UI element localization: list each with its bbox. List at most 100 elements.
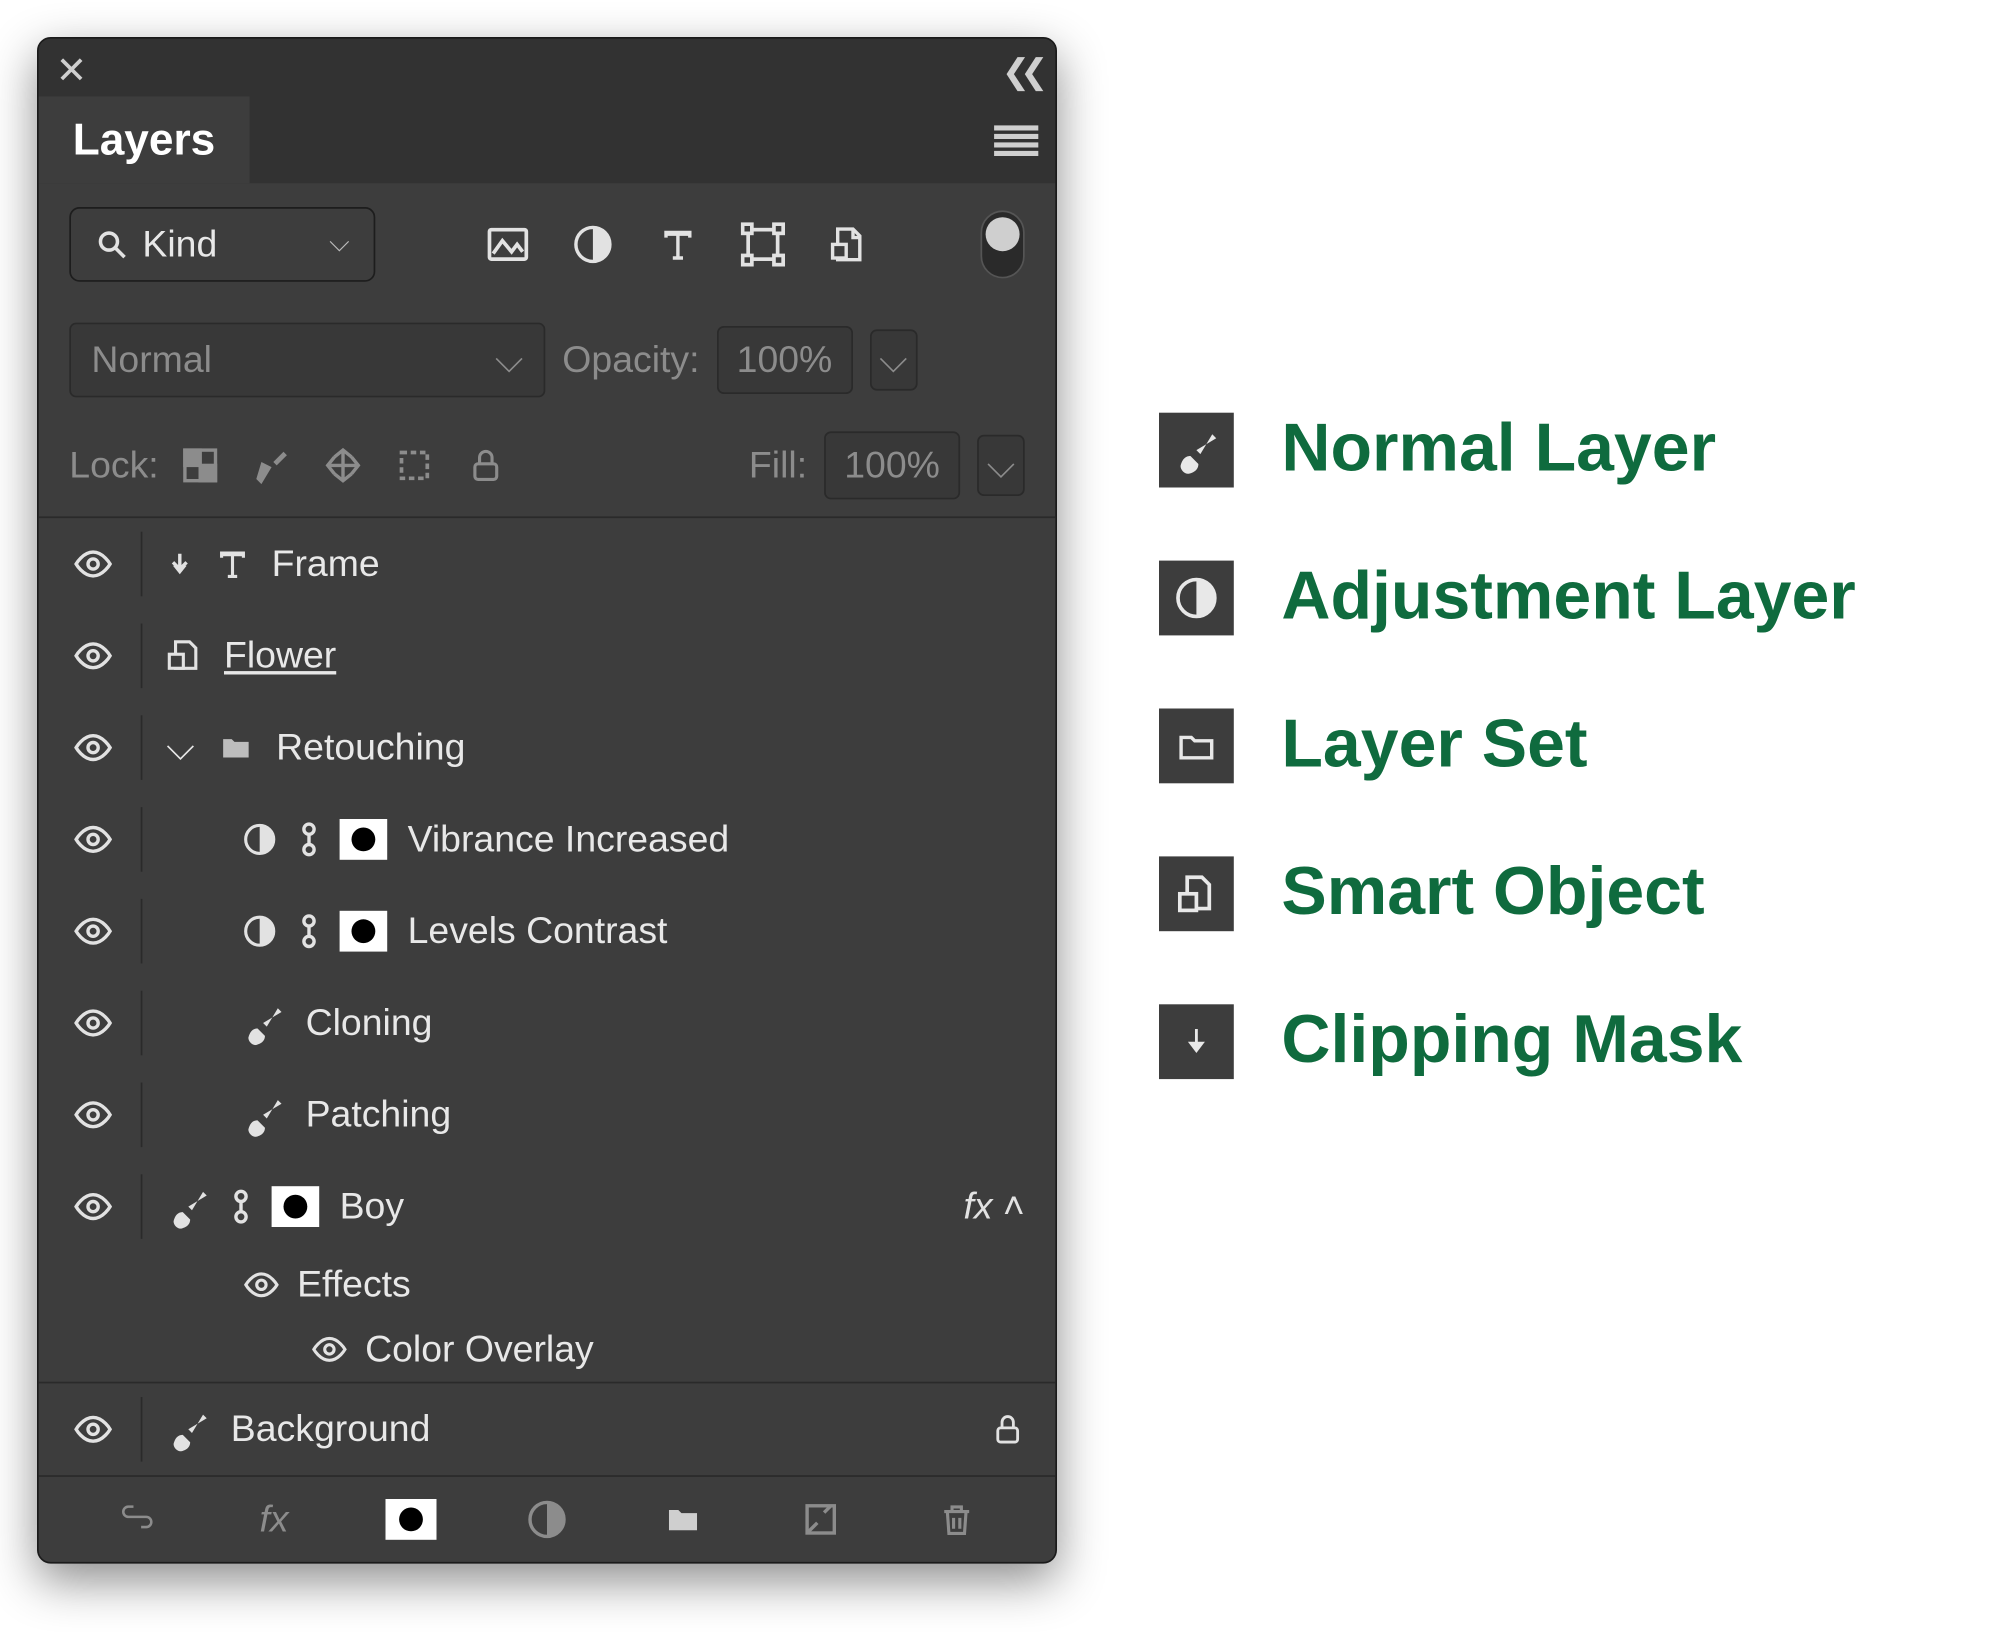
layer-effect-coloroverlay[interactable]: Color Overlay — [39, 1317, 1056, 1382]
layer-row-vibrance[interactable]: Vibrance Increased — [39, 794, 1056, 886]
filter-adjustment-icon[interactable] — [569, 221, 617, 269]
layer-name: Retouching — [276, 726, 465, 770]
legend-adjustment-layer: Adjustment Layer — [1159, 559, 1856, 636]
clipping-mask-icon — [166, 550, 193, 577]
opacity-value[interactable]: 100% — [716, 326, 852, 394]
legend-smart-object: Smart Object — [1159, 855, 1856, 932]
panel-menu-icon[interactable] — [994, 125, 1038, 156]
lock-label: Lock: — [69, 443, 158, 487]
legend-label: Normal Layer — [1281, 411, 1716, 488]
lock-row: Lock: — [39, 414, 1056, 516]
legend-label: Clipping Mask — [1281, 1003, 1742, 1079]
add-mask-icon[interactable] — [383, 1499, 437, 1540]
filter-kind-label: Kind — [142, 222, 217, 266]
delete-icon[interactable] — [929, 1499, 983, 1540]
layer-row-frame[interactable]: Frame — [39, 518, 1056, 610]
visibility-toggle[interactable] — [69, 1186, 117, 1227]
filter-type-icon[interactable] — [654, 221, 702, 269]
legend-label: Layer Set — [1281, 707, 1587, 784]
tab-row: Layers — [39, 97, 1056, 184]
layer-row-flower[interactable]: Flower — [39, 610, 1056, 702]
link-icon — [299, 911, 319, 952]
fx-indicator[interactable]: fx ˄ — [964, 1185, 1025, 1229]
visibility-toggle[interactable] — [69, 635, 117, 676]
blend-row: Normal ⌵ Opacity: 100% ⌵ — [39, 306, 1056, 415]
tab-label: Layers — [73, 114, 216, 165]
mask-thumbnail[interactable] — [272, 1186, 320, 1227]
filter-toggle[interactable] — [981, 210, 1025, 278]
fill-label: Fill: — [749, 443, 807, 487]
filter-shape-icon[interactable] — [739, 221, 787, 269]
legend-label: Smart Object — [1281, 855, 1704, 932]
filter-pixel-icon[interactable] — [484, 221, 532, 269]
new-group-icon[interactable] — [656, 1501, 710, 1538]
visibility-toggle[interactable] — [69, 1003, 117, 1044]
layer-name: Cloning — [306, 1001, 433, 1045]
tab-layers[interactable]: Layers — [39, 97, 250, 184]
visibility-toggle[interactable] — [69, 1094, 117, 1135]
legend-normal-layer: Normal Layer — [1159, 411, 1856, 488]
fill-dropdown-icon[interactable]: ⌵ — [977, 435, 1025, 496]
layer-row-retouching-group[interactable]: ⌵ Retouching — [39, 702, 1056, 794]
layer-row-background[interactable]: Background — [39, 1382, 1056, 1476]
layer-list: Frame Flower — [39, 516, 1056, 1475]
brush-icon — [166, 1407, 210, 1451]
layer-name: Background — [231, 1407, 431, 1451]
layers-panel: ✕ ❮❮ Layers Kind ⌵ — [37, 37, 1057, 1564]
adjustment-icon — [241, 821, 278, 858]
legend: Normal Layer Adjustment Layer Layer Set … — [1159, 37, 1856, 1079]
panel-top-bar: ✕ ❮❮ — [39, 39, 1056, 97]
visibility-toggle[interactable] — [69, 727, 117, 768]
lock-pixels-icon[interactable] — [247, 442, 295, 490]
layer-row-boy[interactable]: Boy fx ˄ — [39, 1161, 1056, 1253]
fill-value[interactable]: 100% — [824, 431, 960, 499]
chevron-down-icon: ⌵ — [329, 229, 350, 260]
smart-object-icon — [1159, 856, 1234, 931]
fx-icon[interactable]: fx — [247, 1497, 301, 1541]
collapse-panel-icon[interactable]: ❮❮ — [1002, 50, 1039, 93]
visibility-toggle[interactable] — [69, 911, 117, 952]
filter-smartobject-icon[interactable] — [824, 221, 872, 269]
blend-mode-value: Normal — [91, 338, 212, 382]
new-adjustment-icon[interactable] — [520, 1499, 574, 1540]
visibility-toggle[interactable] — [69, 544, 117, 585]
folder-icon — [1159, 708, 1234, 783]
legend-clipping-mask: Clipping Mask — [1159, 1003, 1856, 1079]
chevron-down-icon[interactable]: ⌵ — [166, 726, 194, 770]
brush-icon — [241, 1001, 285, 1045]
chevron-down-icon: ⌵ — [495, 338, 523, 382]
visibility-toggle[interactable] — [69, 1409, 117, 1450]
layer-row-patching[interactable]: Patching — [39, 1069, 1056, 1161]
type-layer-icon — [214, 545, 251, 582]
adjustment-icon — [1159, 560, 1234, 635]
lock-all-icon[interactable] — [461, 442, 509, 490]
layer-name: Boy — [340, 1185, 404, 1229]
close-icon[interactable]: ✕ — [56, 49, 87, 93]
mask-thumbnail[interactable] — [340, 911, 388, 952]
layer-name: Vibrance Increased — [408, 817, 730, 861]
clipping-mask-icon — [1159, 1003, 1234, 1078]
layer-effects-row[interactable]: Effects — [39, 1253, 1056, 1318]
lock-transparency-icon[interactable] — [176, 442, 224, 490]
lock-position-icon[interactable] — [319, 442, 367, 490]
effects-label: Effects — [297, 1263, 411, 1307]
new-layer-icon[interactable] — [793, 1499, 847, 1540]
search-icon — [95, 227, 129, 261]
brush-icon — [1159, 412, 1234, 487]
layer-row-levels[interactable]: Levels Contrast — [39, 885, 1056, 977]
lock-artboard-icon[interactable] — [390, 442, 438, 490]
color-overlay-label: Color Overlay — [365, 1327, 594, 1371]
link-icon — [299, 819, 319, 860]
filter-kind-dropdown[interactable]: Kind ⌵ — [69, 207, 375, 282]
bottom-toolbar: fx — [39, 1475, 1056, 1562]
folder-icon — [215, 731, 256, 765]
visibility-toggle[interactable] — [69, 819, 117, 860]
blend-mode-dropdown[interactable]: Normal ⌵ — [69, 323, 545, 398]
mask-thumbnail[interactable] — [340, 819, 388, 860]
layer-row-cloning[interactable]: Cloning — [39, 977, 1056, 1069]
link-layers-icon[interactable] — [110, 1504, 164, 1535]
opacity-dropdown-icon[interactable]: ⌵ — [869, 329, 917, 390]
legend-label: Adjustment Layer — [1281, 559, 1855, 636]
layer-name: Frame — [272, 542, 380, 586]
chevron-up-icon: ˄ — [1003, 1185, 1025, 1229]
